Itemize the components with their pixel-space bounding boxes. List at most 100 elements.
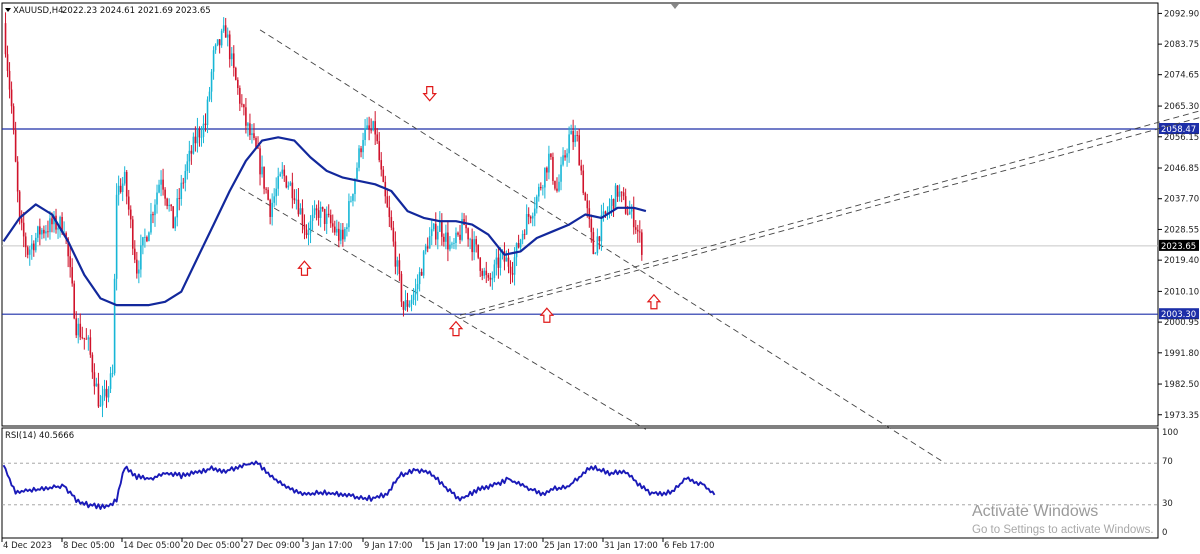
candle-body — [196, 129, 199, 144]
candle-body — [566, 153, 568, 158]
candle-body — [333, 226, 336, 233]
candle-body — [432, 223, 435, 230]
candle-body — [641, 232, 643, 255]
price-tick-label: 1973.35 — [1164, 411, 1199, 421]
candle-body — [216, 39, 219, 45]
candle-body — [30, 243, 33, 250]
candlesticks — [4, 12, 643, 418]
candle-body — [136, 259, 138, 274]
candle-body — [192, 136, 195, 154]
candle-body — [198, 129, 201, 138]
candle-body — [639, 231, 641, 233]
candle-body — [47, 231, 49, 233]
candle-body — [287, 185, 290, 188]
candle-body — [194, 136, 197, 144]
chevron-down-icon[interactable] — [5, 8, 11, 12]
candle-body — [386, 196, 389, 208]
candle-body — [604, 211, 607, 214]
candle-body — [578, 135, 580, 166]
candle-body — [41, 229, 43, 235]
candle-body — [33, 243, 35, 251]
time-tick-label: 8 Dec 05:00 — [63, 541, 115, 551]
time-tick-label: 31 Jan 17:00 — [604, 541, 658, 551]
price-tick-label: 2056.15 — [1164, 133, 1199, 143]
candle-body — [327, 213, 330, 215]
candle-body — [344, 229, 346, 240]
candle-body — [624, 196, 627, 214]
candle-body — [368, 125, 370, 130]
candle-body — [166, 198, 168, 207]
candle-body — [398, 260, 401, 274]
candle-body — [362, 139, 364, 153]
candle-body — [303, 224, 306, 230]
candle-body — [188, 150, 191, 162]
candle-body — [10, 89, 13, 107]
candle-body — [39, 226, 41, 235]
candle-body — [35, 237, 37, 251]
candle-body — [451, 243, 453, 245]
candle-body — [610, 199, 613, 206]
candle-body — [465, 225, 467, 229]
candle-body — [170, 204, 172, 207]
time-tick-label: 19 Jan 17:00 — [484, 541, 538, 551]
candle-body — [101, 395, 104, 406]
candle-body — [544, 167, 546, 188]
arrow-up-icon — [448, 320, 464, 337]
arrow-up-icon — [539, 307, 555, 323]
candle-body — [91, 354, 94, 373]
candle-body — [273, 196, 275, 203]
trendline — [259, 29, 946, 464]
candle-body — [329, 214, 332, 224]
candle-body — [378, 141, 381, 161]
candle-body — [392, 227, 395, 242]
candle-body — [372, 121, 374, 131]
candle-body — [592, 232, 595, 254]
candle-body — [235, 67, 237, 80]
candle-body — [485, 270, 488, 276]
candle-body — [437, 231, 439, 240]
candle-body — [531, 215, 534, 219]
candle-body — [176, 198, 179, 218]
candle-body — [525, 214, 528, 235]
candle-body — [410, 299, 413, 304]
candle-body — [560, 164, 562, 182]
candle-body — [77, 323, 80, 336]
candle-body — [186, 161, 189, 171]
current-price-label: 2023.65 — [1161, 242, 1196, 252]
candle-body — [507, 257, 510, 267]
candle-body — [291, 182, 294, 199]
candle-body — [584, 192, 587, 201]
candle-body — [459, 234, 461, 240]
candle-body — [43, 229, 45, 234]
candle-body — [95, 383, 98, 387]
candle-body — [14, 130, 17, 162]
candle-body — [380, 160, 383, 170]
time-axis: 4 Dec 2023 8 Dec 05:00 14 Dec 05:00 20 Dec … — [1, 538, 714, 551]
ohlc-values: 2022.23 2024.61 2021.69 2023.65 — [62, 6, 211, 16]
candle-body — [277, 176, 280, 189]
candle-body — [558, 181, 560, 191]
collapse-icon[interactable] — [671, 4, 679, 9]
candle-body — [182, 182, 185, 184]
candle-body — [340, 229, 342, 241]
candle-body — [97, 383, 100, 407]
price-panel-frame — [1, 2, 1159, 427]
candle-body — [51, 218, 53, 225]
rsi-level-30: 30 — [1162, 499, 1173, 509]
candle-body — [511, 273, 514, 275]
candle-body — [6, 54, 9, 71]
candle-body — [590, 219, 593, 233]
candle-body — [598, 236, 601, 242]
candle-body — [271, 202, 273, 217]
candle-body — [479, 257, 482, 271]
candle-body — [275, 188, 277, 197]
candle-body — [222, 25, 225, 31]
candle-body — [636, 229, 639, 232]
candle-body — [16, 161, 19, 192]
candle-body — [481, 270, 484, 276]
candle-body — [358, 148, 360, 168]
candle-body — [400, 273, 403, 302]
candle-body — [538, 186, 540, 197]
candle-body — [489, 277, 492, 280]
candle-body — [491, 277, 494, 280]
